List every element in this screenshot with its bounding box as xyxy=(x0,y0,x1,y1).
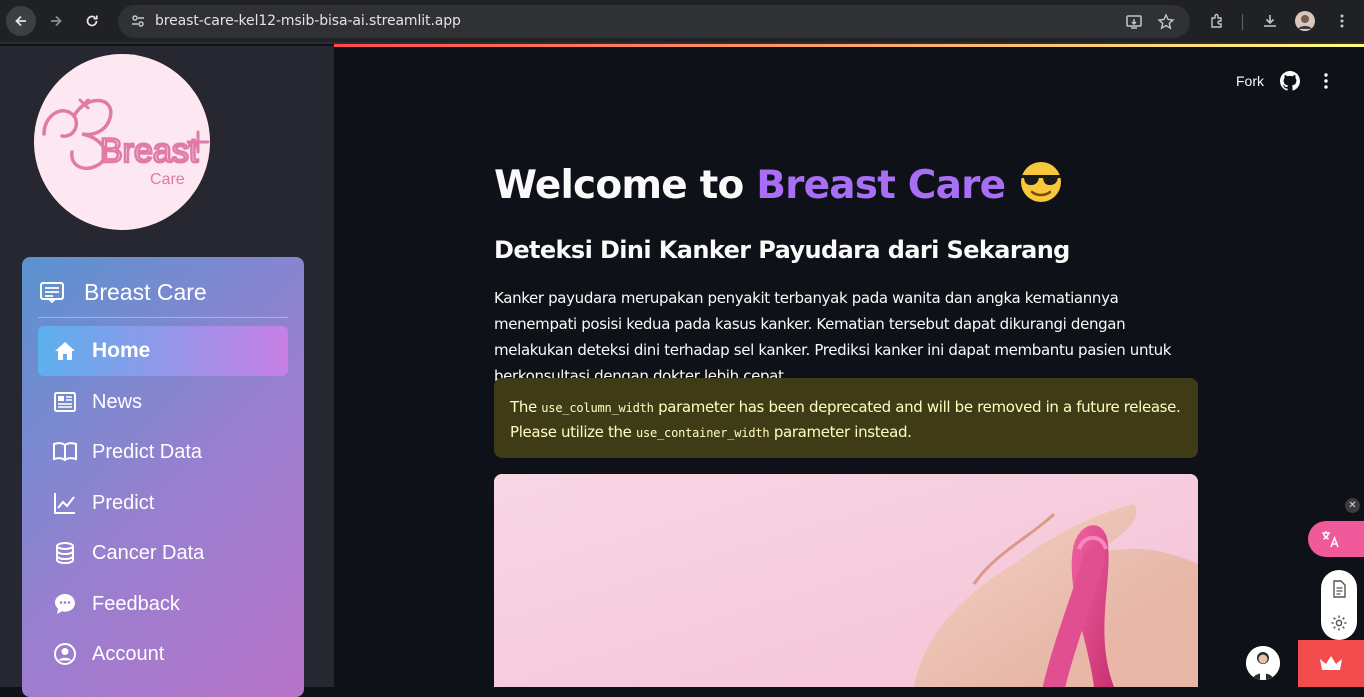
sidebar-item-account[interactable]: Account xyxy=(38,629,288,679)
sidebar-item-label: Predict Data xyxy=(92,440,203,463)
bookmark-star-icon[interactable] xyxy=(1155,11,1177,33)
menu-divider xyxy=(38,317,288,318)
sidebar-item-feedback[interactable]: Feedback xyxy=(38,579,288,629)
sidebar-item-label: Home xyxy=(92,339,151,362)
sidebar-item-label: Predict xyxy=(92,491,155,514)
site-info-icon[interactable] xyxy=(126,9,150,33)
sidebar-item-home[interactable]: Home xyxy=(38,326,288,376)
pink-ribbon-hands-image xyxy=(494,474,1198,687)
sidebar-item-label: Feedback xyxy=(92,592,180,615)
extensions-icon[interactable] xyxy=(1204,8,1230,34)
page-title: Welcome to Breast Care xyxy=(494,160,1065,214)
sidebar-item-predict[interactable]: Predict xyxy=(38,478,288,528)
sidebar-item-news[interactable]: News xyxy=(38,377,288,427)
person-circle-icon xyxy=(52,641,78,667)
main-menu-icon[interactable] xyxy=(1316,71,1336,91)
settings-gear-icon[interactable] xyxy=(1329,613,1349,633)
floating-tools-panel xyxy=(1321,570,1357,640)
warning-code: use_container_width xyxy=(635,426,770,440)
sidebar-item-predict-data[interactable]: Predict Data xyxy=(38,427,288,477)
url-text[interactable]: breast-care-kel12-msib-bisa-ai.streamlit… xyxy=(155,13,461,29)
header-decoration xyxy=(334,44,1364,47)
menu-title: Breast Care xyxy=(38,274,207,310)
downloads-icon[interactable] xyxy=(1257,8,1283,34)
install-app-icon[interactable] xyxy=(1123,11,1145,33)
page-subtitle: Deteksi Dini Kanker Payudara dari Sekara… xyxy=(494,236,1070,264)
menu-title-label: Breast Care xyxy=(84,278,207,305)
option-menu: Breast Care Home News Predict Data Predi… xyxy=(22,257,304,697)
browser-toolbar: breast-care-kel12-msib-bisa-ai.streamlit… xyxy=(0,0,1364,44)
forward-button[interactable] xyxy=(43,8,69,34)
database-icon xyxy=(52,540,78,566)
reload-icon xyxy=(86,15,98,27)
sidebar: Breast Care Breast Care Home News Predic… xyxy=(0,46,334,697)
arrow-right-icon xyxy=(51,15,62,27)
sidebar-item-cancer-data[interactable]: Cancer Data xyxy=(38,528,288,578)
assistant-avatar[interactable] xyxy=(1246,646,1280,680)
sunglasses-emoji-icon xyxy=(1017,160,1065,214)
document-icon[interactable] xyxy=(1329,579,1349,599)
card-text-icon xyxy=(38,278,66,306)
sidebar-item-label: News xyxy=(92,390,143,413)
back-button[interactable] xyxy=(6,6,36,36)
book-icon xyxy=(52,439,78,465)
logo-subtext: Care xyxy=(150,171,185,188)
hero-image xyxy=(494,474,1198,687)
reload-button[interactable] xyxy=(79,8,105,34)
logo-text: Breast xyxy=(100,132,199,170)
sidebar-item-label: Account xyxy=(92,642,165,665)
warning-text: The xyxy=(510,398,542,416)
toolbar-divider xyxy=(1242,14,1243,30)
browser-menu-icon[interactable] xyxy=(1329,8,1355,34)
warning-code: use_column_width xyxy=(541,401,654,415)
house-icon xyxy=(52,338,78,364)
deprecation-warning: The use_column_width parameter has been … xyxy=(494,378,1198,458)
translate-icon xyxy=(1322,531,1339,548)
crown-icon xyxy=(1320,655,1342,670)
chat-icon xyxy=(52,591,78,617)
profile-avatar[interactable] xyxy=(1292,8,1318,34)
warning-text: parameter instead. xyxy=(769,423,912,441)
breast-care-logo: Breast Care xyxy=(34,54,210,230)
translate-button[interactable] xyxy=(1308,521,1364,557)
newspaper-icon xyxy=(52,389,78,415)
github-icon[interactable] xyxy=(1280,71,1300,91)
sidebar-item-label: Cancer Data xyxy=(92,541,205,564)
title-accent: Breast Care xyxy=(756,163,1006,208)
address-bar[interactable]: breast-care-kel12-msib-bisa-ai.streamlit… xyxy=(118,5,1190,38)
premium-crown-button[interactable] xyxy=(1298,640,1364,687)
fork-button[interactable]: Fork xyxy=(1236,73,1264,89)
close-widget-button[interactable]: ✕ xyxy=(1345,498,1360,513)
graph-up-icon xyxy=(52,490,78,516)
intro-paragraph: Kanker payudara merupakan penyakit terba… xyxy=(494,289,1172,385)
title-prefix: Welcome to xyxy=(494,163,757,208)
arrow-left-icon xyxy=(15,15,26,27)
